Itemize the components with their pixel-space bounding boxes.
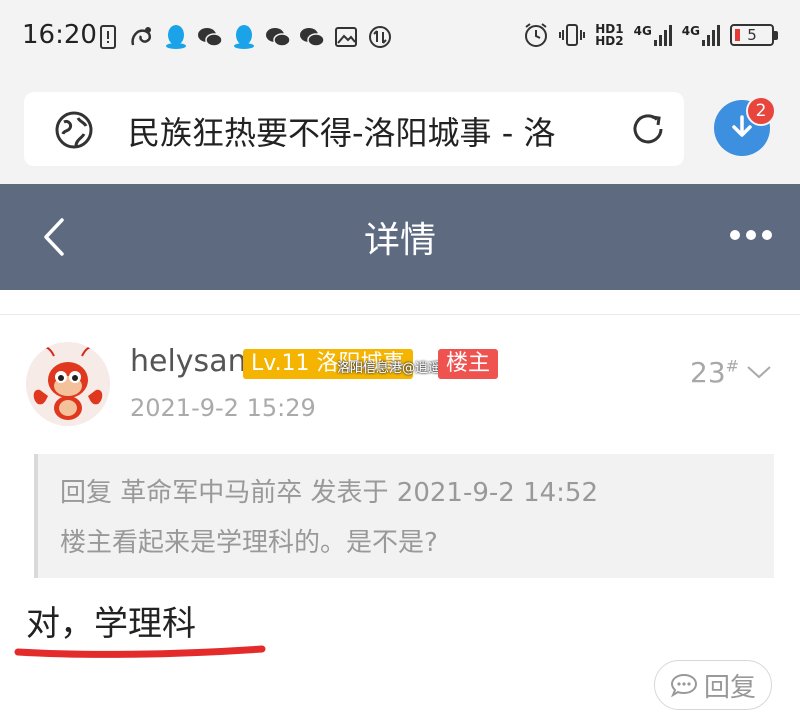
qq-icon: [163, 24, 189, 50]
browser-toolbar: 民族狂热要不得-洛阳城事 - 洛 2: [0, 76, 800, 184]
reply-content: 对，学理科: [26, 604, 196, 644]
notification-icons: [95, 20, 393, 54]
username[interactable]: helysan: [130, 344, 247, 379]
floor-number: 23#: [690, 356, 740, 389]
quoted-reply: 回复 革命军中马前卒 发表于 2021-9-2 14:52 楼主看起来是学理科的…: [34, 454, 774, 578]
battery-indicator: 5: [730, 24, 778, 46]
status-bar: 16:20 HD1 HD2 4G 4G 5: [0, 0, 800, 76]
status-time: 16:20: [22, 20, 97, 50]
gallery-icon: [333, 24, 359, 50]
battery-level: [735, 29, 740, 41]
system-indicators: HD1 HD2 4G 4G 5: [523, 18, 778, 52]
crayfish-avatar-icon: [26, 342, 110, 426]
page-title: 详情: [363, 220, 436, 261]
address-bar[interactable]: 民族狂热要不得-洛阳城事 - 洛: [24, 92, 684, 166]
red-underline-annotation: [14, 645, 266, 658]
comment-bubble-icon: [670, 673, 697, 697]
reload-icon[interactable]: [628, 109, 668, 149]
sim-alert-icon: [95, 24, 121, 50]
battery-level-text: 5: [747, 26, 757, 44]
wechat-icon: [265, 24, 291, 50]
post-timestamp: 2021-9-2 15:29: [130, 394, 316, 422]
vibrate-icon: [559, 22, 586, 48]
section-divider: [0, 290, 800, 315]
more-options-icon[interactable]: [730, 230, 772, 242]
quote-body: 楼主看起来是学理科的。是不是?: [60, 528, 438, 558]
wechat-icon: [299, 24, 325, 50]
url-title: 民族狂热要不得-洛阳城事 - 洛: [128, 114, 556, 152]
reply-button[interactable]: 回复: [654, 660, 772, 710]
globe-icon: [55, 111, 93, 149]
hd-indicator: HD1 HD2: [595, 22, 624, 48]
reply-button-label: 回复: [703, 672, 756, 703]
signal-bars-icon: [653, 25, 672, 46]
avatar[interactable]: [26, 342, 110, 426]
qq-icon: [231, 24, 257, 50]
signal-bars-icon: [702, 25, 720, 46]
signal-sim1: 4G: [634, 24, 672, 46]
title-bar: 详情: [0, 184, 800, 290]
alarm-icon: [523, 22, 549, 48]
owner-badge: 楼主: [438, 349, 499, 379]
chevron-down-icon[interactable]: [746, 364, 772, 380]
signal-sim2: 4G: [682, 24, 720, 46]
data-transfer-icon: [367, 24, 393, 50]
wechat-icon: [197, 24, 223, 50]
uc-browser-icon: [129, 24, 155, 50]
download-count-badge: 2: [746, 96, 776, 126]
quote-header: 回复 革命军中马前卒 发表于 2021-9-2 14:52: [60, 478, 599, 508]
